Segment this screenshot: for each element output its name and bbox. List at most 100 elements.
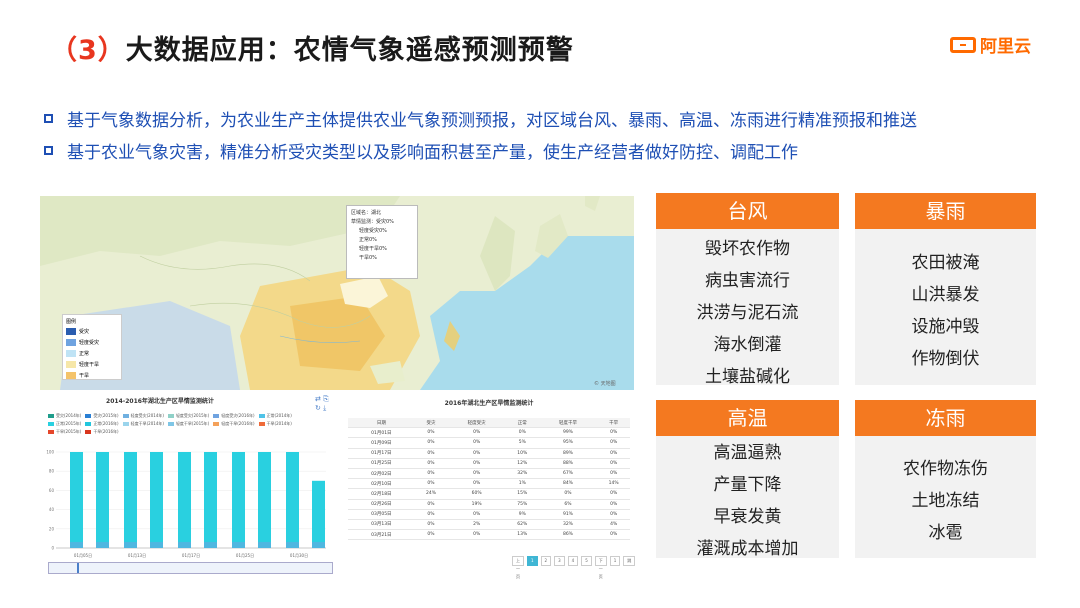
table-panel: 2016年湖北生产区旱情监测统计 日期 受灾 轻度受灾 正常 轻度干旱 干旱 01月01日… <box>344 392 636 579</box>
table-cell: 86% <box>538 529 598 541</box>
bar-base <box>232 542 245 548</box>
page-button[interactable]: 4 <box>567 556 579 566</box>
table-cell: 0% <box>597 448 630 459</box>
table-cell: 4% <box>597 519 630 531</box>
card-rainstorm: 暴雨 农田被淹 山洪暴发 设施冲毁 作物倒伏 <box>855 193 1036 385</box>
table-cell: 24% <box>414 488 448 500</box>
card-item: 农作物冻伤 <box>903 459 988 479</box>
bar <box>96 452 109 548</box>
table-cell: 0% <box>414 468 448 480</box>
bar <box>70 452 83 548</box>
page-button[interactable]: 5 <box>581 556 592 566</box>
card-item: 设施冲毁 <box>911 317 980 337</box>
page-button[interactable]: 下一页 <box>594 556 607 579</box>
table-cell: 01月25日 <box>348 458 415 469</box>
table-cell: 89% <box>538 448 598 459</box>
card-item: 海水倒灌 <box>713 335 782 355</box>
page-button[interactable]: 2 <box>540 556 552 566</box>
table-cell: 03月13日 <box>348 519 415 531</box>
table-header-cell: 干旱 <box>597 418 630 429</box>
title-text: 大数据应用：农情气象遥感预测预警 <box>125 35 574 66</box>
card-typhoon: 台风 毁坏农作物 病虫害流行 洪涝与泥石流 海水倒灌 土壤盐碱化 <box>656 193 839 387</box>
bar-chart-panel: 2014-2016年湖北生产区旱情监测统计 ⇄ ⎘ ↻ ⤓ 受灾(2014年) 受… <box>40 392 332 576</box>
table-cell: 95% <box>538 437 598 449</box>
table-cell: 99% <box>538 427 598 439</box>
table-cell: 0% <box>447 529 506 541</box>
y-tick-label: 80 <box>49 469 55 474</box>
bar <box>124 452 137 548</box>
drought-map[interactable] <box>40 196 634 390</box>
table-cell: 0% <box>447 509 506 520</box>
map-legend: 图例 受灾 轻度受灾 正常 轻度干旱 干旱 <box>62 314 122 380</box>
bar-base <box>96 542 109 548</box>
chart-toolbox[interactable]: ⇄ ⎘ ↻ ⤓ <box>315 395 332 413</box>
y-tick-label: 20 <box>49 526 55 531</box>
tooltip-line: 轻度受灾0% <box>359 228 387 234</box>
bar <box>204 452 217 548</box>
table-cell: 88% <box>538 458 598 469</box>
table-cell: 14% <box>597 478 630 490</box>
tooltip-line: 干旱0% <box>359 255 377 261</box>
chart-title: 2014-2016年湖北生产区旱情监测统计 <box>106 398 214 405</box>
bullet-item: 基于气象数据分析，为农业生产主体提供农业气象预测预报，对区域台风、暴雨、高温、冻… <box>44 102 917 134</box>
table-cell: 0% <box>597 458 630 469</box>
legend-label: 受灾 <box>79 329 90 335</box>
legend-swatch <box>66 361 76 368</box>
page-button[interactable]: 上一页 <box>512 556 524 579</box>
table-cell: 67% <box>538 468 598 480</box>
legend-label: 轻度受灾 <box>79 340 100 346</box>
bar <box>232 452 245 548</box>
bar <box>178 452 191 548</box>
x-tick-label: 01月05日 <box>74 553 92 558</box>
table-cell: 0% <box>447 427 506 439</box>
table-header-cell: 受灾 <box>414 418 448 429</box>
table-cell: 0% <box>597 509 630 520</box>
bar-chart-svg: 0 20 40 60 80 100 01月05日 01月13日 01月17日 01月25日 01月3… <box>46 450 326 558</box>
table-cell: 91% <box>538 509 598 520</box>
page-button[interactable]: 跳 <box>623 556 636 566</box>
tooltip-line: 轻度干旱0% <box>359 246 387 252</box>
table-cell: 84% <box>538 478 598 490</box>
y-tick-label: 60 <box>49 488 55 493</box>
bullet-item: 基于农业气象灾害，精准分析受灾类型以及影响面积甚至产量，使生产经营者做好防控、调… <box>44 134 917 166</box>
table-cell: 0% <box>414 437 448 449</box>
table-cell: 0% <box>414 519 448 531</box>
table-cell: 2% <box>447 519 506 531</box>
card-item: 山洪暴发 <box>911 285 980 305</box>
table-cell: 0% <box>597 468 630 480</box>
bar-base <box>258 542 271 548</box>
page-button[interactable]: 3 <box>554 556 565 566</box>
x-tick-label: 01月17日 <box>182 553 200 558</box>
table-cell: 10% <box>505 448 539 459</box>
bar-base <box>312 542 325 548</box>
table-cell: 9% <box>505 509 539 520</box>
tooltip-line: 草情监测：受灾0% <box>351 219 394 225</box>
table-row: 03月05日 0% 0% 9% 91% 0% <box>348 509 630 520</box>
x-tick-label: 01月25日 <box>236 553 254 558</box>
title-number: （3） <box>50 35 126 66</box>
table-row: 03月13日 0% 2% 62% 32% 4% <box>348 519 630 531</box>
table-cell: 15% <box>505 488 539 500</box>
table-row: 01月17日 0% 0% 10% 89% 0% <box>348 448 630 459</box>
table-cell: 01月01日 <box>348 427 415 439</box>
aliyun-logo: 阿里云 <box>950 32 1031 57</box>
table-cell: 0% <box>447 478 506 490</box>
card-title: 台风 <box>656 193 839 229</box>
table-row: 02月26日 0% 19% 75% 6% 0% <box>348 499 630 510</box>
page-button[interactable]: 1 <box>609 556 621 566</box>
table-row: 03月21日 0% 0% 13% 86% 0% <box>348 529 630 541</box>
table-header-cell: 日期 <box>348 418 415 429</box>
table-cell: 0% <box>414 427 448 439</box>
page-button[interactable]: 1 <box>527 556 538 566</box>
map-tooltip: 区域名：湖北 草情监测：受灾0% 轻度受灾0% 正常0% 轻度干旱0% 干旱0% <box>346 205 418 279</box>
table-cell: 62% <box>505 519 539 531</box>
chart-scrollbar[interactable] <box>48 562 333 574</box>
map-legend-item: 正常 <box>66 348 118 359</box>
table-cell: 02月18日 <box>348 488 415 500</box>
scrollbar-thumb[interactable] <box>77 563 79 573</box>
card-title: 冻雨 <box>855 400 1036 436</box>
table-cell: 60% <box>447 488 506 500</box>
table-cell: 0% <box>447 458 506 469</box>
square-bullet-icon <box>44 145 53 155</box>
card-item: 高温逼熟 <box>713 443 782 463</box>
